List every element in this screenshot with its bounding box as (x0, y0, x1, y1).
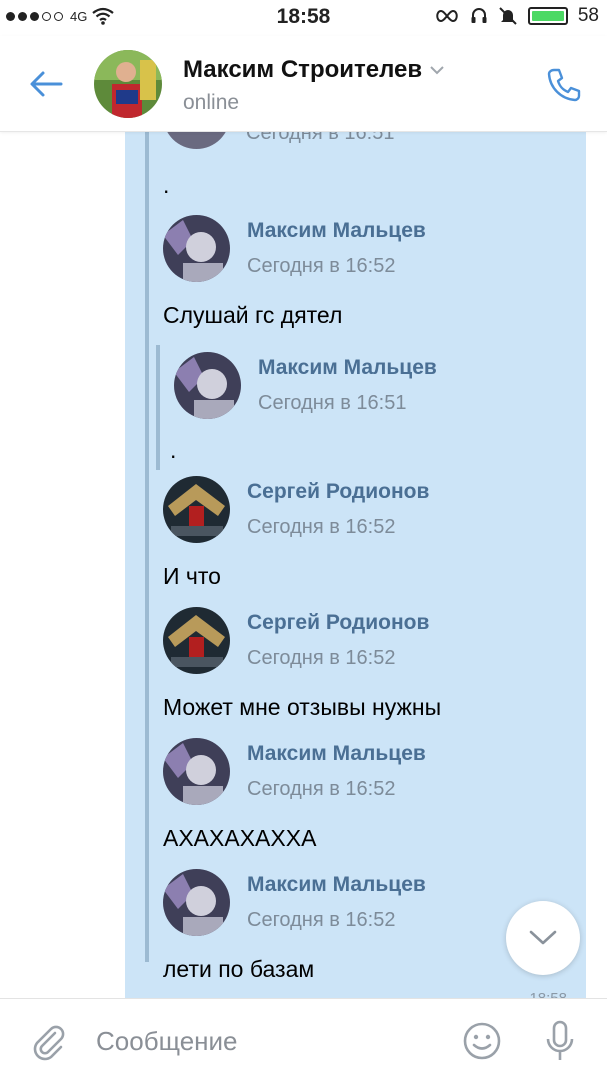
contact-name[interactable]: Максим Строителев (183, 56, 444, 84)
forwarded-message-header: Максим Мальцев Сегодня в 16:52 (163, 215, 426, 282)
message-time: Сегодня в 16:51 (246, 132, 395, 144)
forwarded-message-header: Максим Мальцев Сегодня в 16:52 (163, 738, 426, 805)
nested-forward-bar (156, 345, 160, 470)
nested-message-header: Максим Мальцев Сегодня в 16:51 (174, 352, 437, 419)
status-bar: 4G 18:58 58 (0, 0, 607, 36)
voice-message-button[interactable] (538, 1017, 582, 1065)
sender-name[interactable]: Максим Мальцев (247, 742, 426, 766)
sender-name[interactable]: Сергей Родионов (247, 480, 429, 504)
message-text: И что (163, 563, 221, 589)
contact-name-label: Максим Строителев (183, 56, 423, 83)
forward-bar (145, 132, 149, 962)
message-text: Слушай гс дятел (163, 302, 343, 328)
message-time: Сегодня в 16:52 (247, 516, 396, 538)
message-text: Может мне отзывы нужны (163, 694, 442, 720)
sender-name[interactable]: Максим Мальцев (247, 219, 426, 243)
smile-icon (463, 1022, 501, 1060)
forwarded-message-header: Сергей Родионов Сегодня в 16:52 (163, 476, 429, 543)
emoji-button[interactable] (460, 1019, 504, 1063)
battery-level: 58 (577, 5, 599, 26)
call-button[interactable] (543, 64, 585, 106)
mute-icon (499, 7, 517, 25)
sender-name[interactable]: Максим Мальцев (258, 356, 437, 380)
message-time: Сегодня в 16:52 (247, 778, 396, 800)
message-time: Сегодня в 16:52 (247, 255, 396, 277)
sender-name[interactable]: Максим Мальцев (247, 873, 426, 897)
paperclip-icon (33, 1025, 65, 1061)
back-button[interactable] (26, 66, 66, 102)
battery-icon (527, 7, 568, 25)
message-text: . (163, 172, 170, 198)
chevron-down-icon (430, 66, 444, 75)
bubble-time: 18:58 (529, 990, 567, 998)
arrow-left-icon (30, 71, 63, 97)
message-composer (0, 998, 607, 1080)
attach-button[interactable] (26, 1019, 70, 1063)
microphone-icon (546, 1020, 574, 1060)
contact-status: online (183, 91, 240, 114)
chevron-down-icon (529, 930, 557, 945)
contact-avatar[interactable] (94, 50, 162, 118)
message-text: АХАХАХАХХА (163, 825, 317, 851)
message-time: Сегодня в 16:52 (247, 647, 396, 669)
sender-avatar[interactable] (163, 738, 230, 805)
chat-header: Максим Строителев online (0, 36, 607, 132)
sender-avatar[interactable] (163, 607, 230, 674)
sender-avatar[interactable] (163, 869, 230, 936)
message-text: . (170, 437, 177, 463)
infinity-icon (436, 9, 458, 23)
scroll-down-button[interactable] (506, 901, 580, 975)
message-time: Сегодня в 16:52 (247, 909, 396, 931)
message-input[interactable] (96, 1021, 436, 1061)
forwarded-message-header: Сергей Родионов Сегодня в 16:52 (163, 607, 429, 674)
phone-icon (547, 68, 581, 102)
sender-name[interactable]: Сергей Родионов (247, 611, 429, 635)
sender-avatar[interactable] (163, 215, 230, 282)
headset-icon (471, 8, 487, 23)
forwarded-message-header: Максим Мальцев Сегодня в 16:52 (163, 869, 426, 936)
sender-avatar[interactable] (174, 352, 241, 419)
chat-area[interactable]: Сегодня в 16:51 . Максим Мальцев Сегодня… (0, 132, 607, 998)
sender-avatar[interactable] (163, 476, 230, 543)
message-text: лети по базам (163, 956, 315, 982)
message-time: Сегодня в 16:51 (258, 392, 407, 414)
